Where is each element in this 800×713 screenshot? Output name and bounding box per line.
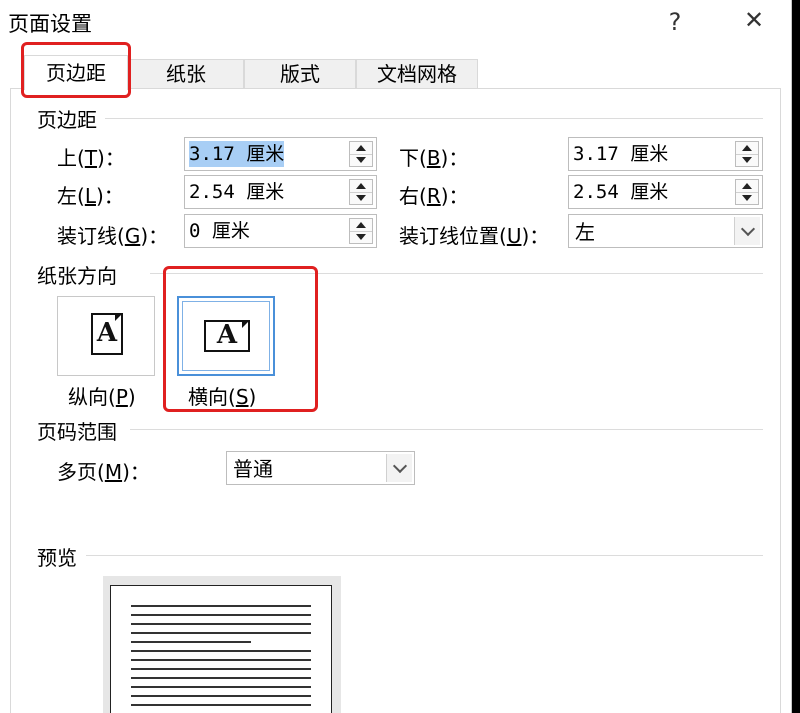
gutter-position-value: 左 xyxy=(575,220,595,244)
portrait-option[interactable]: A xyxy=(57,296,155,376)
margins-section-title: 页边距 xyxy=(37,104,105,133)
close-icon: ✕ xyxy=(743,6,765,34)
preview-text-line xyxy=(131,650,311,652)
top-margin-input[interactable]: 3.17 厘米 xyxy=(184,137,377,171)
preview-text-line xyxy=(131,677,311,679)
tab-document-grid[interactable]: 文档网格 xyxy=(356,59,478,88)
close-button[interactable]: ✕ xyxy=(738,6,770,34)
preview-text-line xyxy=(131,668,311,670)
preview-text-line xyxy=(131,695,311,697)
spin-down-icon[interactable] xyxy=(350,154,372,166)
portrait-page-icon: A xyxy=(91,313,123,355)
help-button[interactable]: ? xyxy=(660,8,690,36)
gutter-spinner[interactable] xyxy=(349,218,373,244)
tab-highlight-box xyxy=(21,42,131,98)
preview-text-line xyxy=(131,704,311,706)
tab-paper[interactable]: 纸张 xyxy=(128,59,244,88)
bottom-margin-value: 3.17 厘米 xyxy=(573,143,669,165)
portrait-label[interactable]: 纵向(P) xyxy=(68,381,136,410)
spin-down-icon[interactable] xyxy=(736,192,758,204)
preview-text-line xyxy=(131,632,311,634)
orientation-highlight-box xyxy=(163,266,318,412)
left-margin-label: 左(L)： xyxy=(57,184,124,208)
preview-text-line xyxy=(131,686,311,688)
multiple-pages-select[interactable]: 普通 xyxy=(226,451,415,485)
preview-text-line xyxy=(131,623,311,625)
preview-text-line xyxy=(131,641,251,643)
top-margin-label: 上(T)： xyxy=(57,146,125,170)
gutter-value: 0 厘米 xyxy=(189,220,250,242)
gutter-position-select[interactable]: 左 xyxy=(568,214,763,248)
multiple-pages-label: 多页(M)： xyxy=(57,460,150,484)
preview-section-line xyxy=(86,555,763,556)
bottom-margin-spinner[interactable] xyxy=(735,141,759,167)
bottom-margin-input[interactable]: 3.17 厘米 xyxy=(568,137,763,171)
chevron-down-icon[interactable] xyxy=(386,454,412,482)
multiple-pages-value: 普通 xyxy=(233,457,273,481)
left-margin-spinner[interactable] xyxy=(349,179,373,205)
preview-text-line xyxy=(131,614,311,616)
preview-section-title: 预览 xyxy=(37,542,85,571)
gutter-label: 装订线(G)： xyxy=(57,224,169,248)
bottom-margin-label: 下(B)： xyxy=(399,146,469,170)
right-margin-label: 右(R)： xyxy=(399,184,469,208)
margins-section-line xyxy=(98,118,763,119)
spin-down-icon[interactable] xyxy=(736,154,758,166)
left-margin-value: 2.54 厘米 xyxy=(189,181,285,203)
pages-section-title: 页码范围 xyxy=(37,416,125,445)
right-margin-value: 2.54 厘米 xyxy=(573,181,669,203)
right-margin-input[interactable]: 2.54 厘米 xyxy=(568,175,763,209)
top-margin-spinner[interactable] xyxy=(349,141,373,167)
right-margin-spinner[interactable] xyxy=(735,179,759,205)
preview-page xyxy=(110,585,332,713)
help-icon: ? xyxy=(668,8,682,36)
preview-text-line xyxy=(131,659,311,661)
preview-text-line xyxy=(131,605,311,607)
left-margin-input[interactable]: 2.54 厘米 xyxy=(184,175,377,209)
chevron-down-icon[interactable] xyxy=(734,217,760,245)
gutter-position-label: 装订线位置(U)： xyxy=(399,224,550,248)
spin-down-icon[interactable] xyxy=(350,192,372,204)
orientation-section-title: 纸张方向 xyxy=(37,260,125,289)
top-margin-value: 3.17 厘米 xyxy=(189,141,285,167)
dialog-title: 页面设置 xyxy=(8,12,92,36)
pages-section-line xyxy=(130,429,763,430)
gutter-input[interactable]: 0 厘米 xyxy=(184,214,377,248)
page-setup-dialog: 页面设置 ? ✕ 页边距 纸张 版式 文档网格 页边距 上(T)： 3.17 厘… xyxy=(0,0,792,713)
tab-layout[interactable]: 版式 xyxy=(244,59,356,88)
spin-down-icon[interactable] xyxy=(350,231,372,243)
